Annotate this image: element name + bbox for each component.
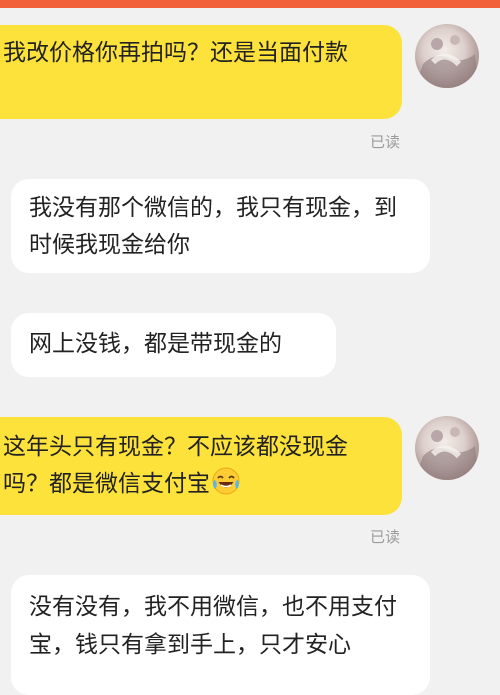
user-avatar[interactable]	[415, 24, 479, 88]
message-text: 网上没钱，都是带现金的	[29, 331, 282, 357]
tears-of-joy-emoji	[211, 466, 241, 496]
message-text: 没有没有，我不用微信，也不用支付宝，钱只有拿到手上，只才安心	[29, 594, 397, 658]
message-text: 我改价格你再拍吗？还是当面付款	[3, 40, 348, 66]
message-bubble-received[interactable]: 网上没钱，都是带现金的	[11, 313, 336, 377]
message-bubble-sent[interactable]: 这年头只有现金？不应该都没现金吗？都是微信支付宝	[0, 417, 402, 515]
read-status: 已读	[370, 133, 401, 151]
avatar-image-icon	[415, 427, 479, 480]
message-bubble-sent[interactable]: 我改价格你再拍吗？还是当面付款	[0, 25, 402, 119]
message-bubble-received[interactable]: 没有没有，我不用微信，也不用支付宝，钱只有拿到手上，只才安心	[11, 575, 430, 695]
message-text: 这年头只有现金？不应该都没现金吗？都是微信支付宝	[3, 434, 348, 497]
message-text: 我没有那个微信的，我只有现金，到时候我现金给你	[29, 195, 397, 258]
message-bubble-received[interactable]: 我没有那个微信的，我只有现金，到时候我现金给你	[11, 179, 430, 273]
user-avatar[interactable]	[415, 416, 479, 480]
read-status: 已读	[370, 528, 401, 546]
avatar-image-icon	[415, 35, 479, 88]
top-status-bar	[0, 0, 500, 8]
